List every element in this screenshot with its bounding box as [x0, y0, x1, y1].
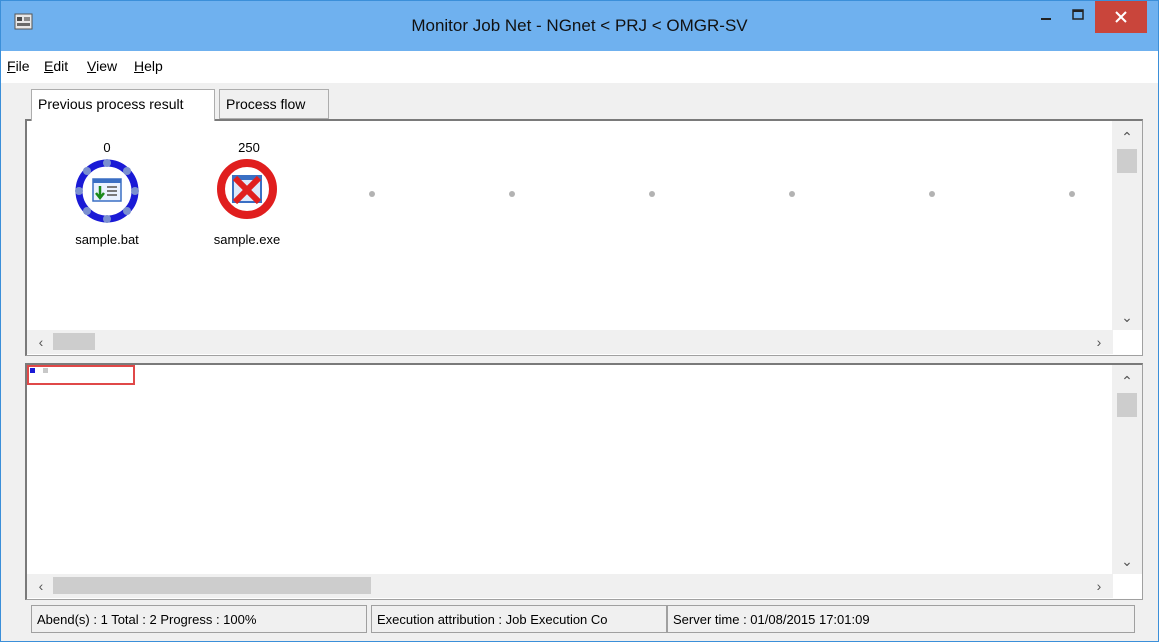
overview-node-marker — [43, 368, 48, 373]
empty-slot-dot — [509, 191, 515, 197]
empty-slot-dot — [789, 191, 795, 197]
job-name: sample.bat — [75, 232, 139, 247]
status-server-time: Server time : 01/08/2015 17:01:09 — [667, 605, 1135, 633]
scroll-right-arrow[interactable]: › — [1089, 576, 1109, 596]
minimize-button[interactable] — [1031, 1, 1061, 33]
empty-slot-dot — [369, 191, 375, 197]
maximize-icon — [1072, 9, 1084, 20]
scroll-thumb[interactable] — [53, 333, 95, 350]
empty-slot-dot — [929, 191, 935, 197]
scroll-left-arrow[interactable]: ‹ — [31, 576, 51, 596]
graph-horizontal-scrollbar[interactable]: ‹ › — [27, 330, 1113, 354]
menu-view[interactable]: View — [87, 58, 117, 74]
tab-previous-process-result[interactable]: Previous process result — [31, 89, 215, 121]
scroll-right-arrow[interactable]: › — [1089, 332, 1109, 352]
menu-file[interactable]: File — [7, 58, 30, 74]
job-net-graph-pane: 0 sample.bat 250 sample.exe ⌃ ⌄ ‹ › — [25, 119, 1143, 356]
menu-edit[interactable]: Edit — [44, 58, 68, 74]
scroll-thumb[interactable] — [1117, 149, 1137, 173]
scroll-up-arrow[interactable]: ⌃ — [1117, 371, 1137, 391]
menu-bar: File Edit View Help — [1, 51, 1158, 83]
job-return-code: 250 — [238, 140, 260, 155]
scroll-up-arrow[interactable]: ⌃ — [1117, 127, 1137, 147]
close-icon — [1115, 11, 1127, 23]
title-bar: Monitor Job Net - NGnet < PRJ < OMGR-SV — [1, 1, 1158, 51]
tab-process-flow[interactable]: Process flow — [219, 89, 329, 119]
empty-slot-dot — [1069, 191, 1075, 197]
scroll-down-arrow[interactable]: ⌄ — [1117, 551, 1137, 571]
overview-node-marker — [30, 368, 35, 373]
window-title: Monitor Job Net - NGnet < PRJ < OMGR-SV — [411, 16, 748, 35]
close-button[interactable] — [1095, 1, 1147, 33]
graph-vertical-scrollbar[interactable]: ⌃ ⌄ — [1112, 121, 1142, 330]
job-return-code: 0 — [103, 140, 111, 155]
normal-end-job-icon — [75, 159, 139, 223]
abend-job-icon — [217, 159, 277, 219]
status-summary: Abend(s) : 1 Total : 2 Progress : 100% — [31, 605, 367, 633]
scroll-thumb[interactable] — [53, 577, 371, 594]
overview-horizontal-scrollbar[interactable]: ‹ › — [27, 574, 1113, 598]
menu-help[interactable]: Help — [134, 58, 163, 74]
empty-slot-dot — [649, 191, 655, 197]
job-name: sample.exe — [213, 232, 281, 247]
scroll-left-arrow[interactable]: ‹ — [31, 332, 51, 352]
maximize-button[interactable] — [1063, 1, 1093, 33]
status-bar: Abend(s) : 1 Total : 2 Progress : 100% E… — [25, 605, 1143, 633]
status-execution-attribution: Execution attribution : Job Execution Co — [371, 605, 667, 633]
scroll-down-arrow[interactable]: ⌄ — [1117, 307, 1137, 327]
scroll-thumb[interactable] — [1117, 393, 1137, 417]
overview-pane: ⌃ ⌄ ‹ › — [25, 363, 1143, 600]
monitor-job-net-window: Monitor Job Net - NGnet < PRJ < OMGR-SV … — [0, 0, 1159, 642]
overview-vertical-scrollbar[interactable]: ⌃ ⌄ — [1112, 365, 1142, 574]
minimize-icon — [1041, 18, 1051, 20]
